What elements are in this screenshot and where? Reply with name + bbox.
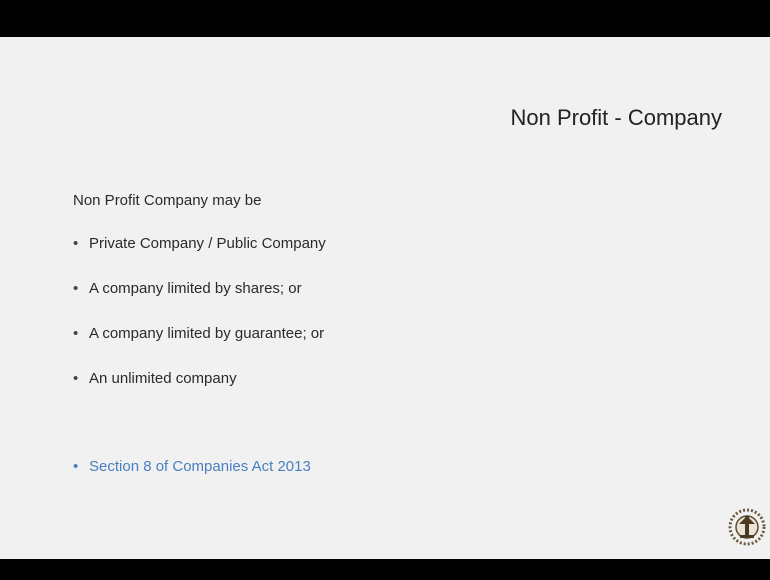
slide-title: Non Profit - Company bbox=[510, 105, 722, 130]
section-reference: • Section 8 of Companies Act 2013 bbox=[73, 455, 311, 478]
presentation-slide: Non Profit - Company Non Profit Company … bbox=[0, 37, 770, 559]
list-item: • Private Company / Public Company bbox=[73, 232, 326, 255]
section-reference-text: Section 8 of Companies Act 2013 bbox=[89, 458, 311, 475]
bullet-list: • Private Company / Public Company • A c… bbox=[73, 232, 326, 412]
list-item-text: A company limited by shares; or bbox=[89, 280, 302, 297]
list-item-text: Private Company / Public Company bbox=[89, 235, 326, 252]
list-item: • An unlimited company bbox=[73, 367, 326, 390]
bullet-marker: • bbox=[73, 325, 79, 342]
bullet-marker: • bbox=[73, 280, 79, 297]
list-item: • A company limited by guarantee; or bbox=[73, 322, 326, 345]
video-frame: Non Profit - Company Non Profit Company … bbox=[0, 0, 770, 580]
bullet-marker: • bbox=[73, 370, 79, 387]
list-item-text: An unlimited company bbox=[89, 370, 237, 387]
list-item-text: A company limited by guarantee; or bbox=[89, 325, 325, 342]
intro-text: Non Profit Company may be bbox=[73, 192, 262, 209]
bullet-marker: • bbox=[73, 458, 79, 475]
list-item: • A company limited by shares; or bbox=[73, 277, 326, 300]
institute-emblem-icon bbox=[728, 508, 766, 546]
bullet-marker: • bbox=[73, 235, 79, 252]
